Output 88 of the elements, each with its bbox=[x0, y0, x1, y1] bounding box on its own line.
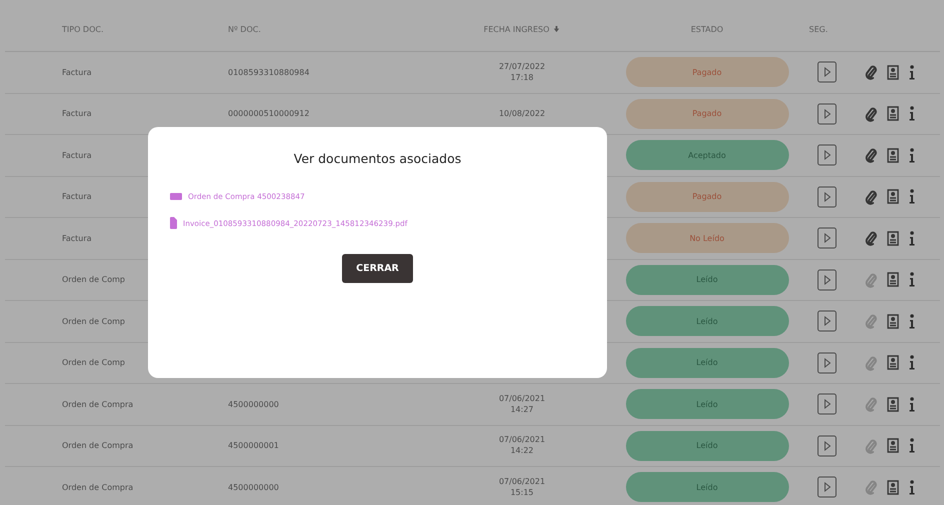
table-cell: 07/06/2021 bbox=[498, 478, 546, 486]
column-header: TIPO DOC. bbox=[62, 25, 104, 34]
info-icon[interactable] bbox=[909, 230, 915, 246]
document-icon[interactable] bbox=[887, 355, 899, 370]
paperclip-icon[interactable] bbox=[865, 354, 877, 371]
table-cell: 14:27 bbox=[510, 406, 534, 414]
table-cell: 10/08/2022 bbox=[498, 110, 546, 118]
info-icon[interactable] bbox=[909, 355, 915, 370]
paperclip-icon[interactable] bbox=[865, 479, 877, 496]
document-play-icon[interactable] bbox=[817, 227, 837, 250]
table-cell: 15:15 bbox=[510, 488, 534, 497]
column-header: FECHA INGRESO bbox=[484, 25, 550, 34]
info-icon[interactable] bbox=[909, 272, 915, 288]
document-play-icon[interactable] bbox=[817, 434, 837, 457]
table-cell: 0000000510000912 bbox=[228, 109, 310, 118]
paperclip-icon[interactable] bbox=[865, 147, 877, 164]
info-icon[interactable] bbox=[909, 480, 915, 495]
status-badge: Leído bbox=[626, 472, 788, 502]
document-play-icon[interactable] bbox=[817, 476, 837, 498]
paperclip-icon[interactable] bbox=[865, 438, 877, 454]
info-icon[interactable] bbox=[909, 148, 915, 163]
document-play-icon[interactable] bbox=[817, 102, 837, 125]
info-icon[interactable] bbox=[909, 189, 915, 204]
table-cell: 4500000000 bbox=[228, 400, 279, 409]
table-cell: Orden de Compra bbox=[62, 482, 134, 492]
document-icon[interactable] bbox=[887, 314, 899, 329]
paperclip-icon[interactable] bbox=[865, 106, 877, 122]
table-cell: Factura bbox=[62, 68, 92, 77]
document-play-icon[interactable] bbox=[817, 186, 837, 208]
document-play-icon[interactable] bbox=[817, 310, 837, 332]
document-icon[interactable] bbox=[887, 189, 899, 204]
table-cell: Orden de Comp bbox=[62, 275, 125, 284]
status-badge: Pagado bbox=[626, 57, 788, 88]
document-play-icon[interactable] bbox=[817, 352, 837, 374]
document-icon[interactable] bbox=[887, 272, 899, 288]
table-cell: Factura bbox=[62, 150, 92, 160]
paperclip-icon[interactable] bbox=[865, 396, 877, 412]
column-header: SEG. bbox=[809, 25, 828, 34]
table-cell: Orden de Comp bbox=[62, 358, 125, 368]
document-icon[interactable] bbox=[887, 230, 899, 246]
paperclip-icon[interactable] bbox=[865, 230, 877, 246]
table-cell: 14:22 bbox=[510, 447, 534, 456]
status-badge: Aceptado bbox=[626, 140, 788, 170]
document-play-icon[interactable] bbox=[817, 61, 837, 84]
document-icon[interactable] bbox=[887, 438, 899, 454]
table-cell: Orden de Compra bbox=[62, 441, 134, 450]
paperclip-icon[interactable] bbox=[865, 188, 877, 205]
status-badge: Leído bbox=[626, 348, 788, 378]
paperclip-icon[interactable] bbox=[865, 64, 877, 80]
table-cell: 07/06/2021 bbox=[498, 436, 546, 444]
info-icon[interactable] bbox=[909, 438, 915, 454]
document-icon[interactable] bbox=[887, 148, 899, 163]
table-cell: 4500000000 bbox=[228, 482, 279, 492]
status-badge: Leído bbox=[626, 264, 788, 295]
column-header: Nº DOC. bbox=[228, 25, 261, 34]
column-header: ESTADO bbox=[690, 25, 724, 34]
sort-arrow-icon[interactable] bbox=[553, 26, 560, 33]
info-icon[interactable] bbox=[909, 64, 915, 80]
table-cell: 27/07/2022 bbox=[498, 62, 546, 71]
table-cell: 17:18 bbox=[510, 74, 534, 82]
document-icon[interactable] bbox=[887, 64, 899, 80]
dialog-title: Ver documentos asociados bbox=[292, 151, 462, 166]
close-button[interactable]: CERRAR bbox=[342, 254, 413, 283]
status-badge: Pagado bbox=[626, 98, 788, 129]
table-cell: Factura bbox=[62, 109, 92, 118]
document-play-icon[interactable] bbox=[817, 144, 837, 166]
status-badge: Pagado bbox=[626, 182, 788, 212]
document-icon[interactable] bbox=[887, 396, 899, 412]
info-icon[interactable] bbox=[909, 396, 915, 412]
table-cell: Factura bbox=[62, 192, 92, 202]
document-icon[interactable] bbox=[887, 480, 899, 495]
info-icon[interactable] bbox=[909, 314, 915, 329]
document-play-icon[interactable] bbox=[817, 393, 837, 416]
paperclip-icon[interactable] bbox=[865, 313, 877, 330]
status-badge: Leído bbox=[626, 389, 788, 420]
status-badge: No Leído bbox=[626, 223, 788, 254]
paperclip-icon[interactable] bbox=[865, 272, 877, 288]
table-cell: Orden de Comp bbox=[62, 316, 125, 326]
table-cell: 0108593310880984 bbox=[228, 68, 310, 77]
table-cell: 4500000001 bbox=[228, 441, 279, 450]
document-icon[interactable] bbox=[887, 106, 899, 122]
status-badge: Leído bbox=[626, 430, 788, 461]
table-cell: Factura bbox=[62, 234, 92, 243]
document-play-icon[interactable] bbox=[817, 268, 837, 291]
status-badge: Leído bbox=[626, 306, 788, 336]
table-cell: Orden de Compra bbox=[62, 400, 134, 409]
info-icon[interactable] bbox=[909, 106, 915, 122]
table-cell: 07/06/2021 bbox=[498, 394, 546, 403]
